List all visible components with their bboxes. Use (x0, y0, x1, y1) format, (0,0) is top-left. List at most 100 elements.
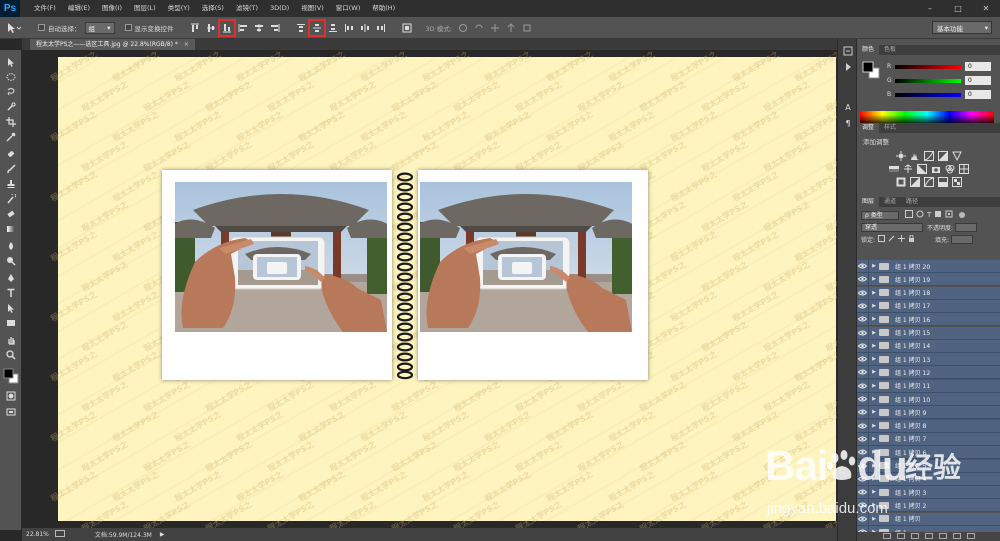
blur-tool-icon[interactable] (5, 240, 17, 252)
eye-icon[interactable] (857, 379, 869, 393)
distribute-vcenter-icon[interactable] (307, 18, 326, 37)
distribute-hcenter-icon[interactable] (358, 21, 372, 35)
layer-row[interactable]: ▶ 组 1 拷贝 8 (857, 419, 1000, 433)
opacity-field[interactable] (955, 222, 978, 232)
align-bottom-icon[interactable] (217, 18, 236, 37)
lock-all-icon[interactable] (908, 234, 915, 244)
crop-tool-icon[interactable] (5, 116, 17, 128)
layer-filter-dropdown[interactable]: ρ 类型 (861, 210, 899, 220)
eyedropper-tool-icon[interactable] (5, 131, 17, 143)
distribute-bottom-icon[interactable] (326, 21, 340, 35)
blend-mode-dropdown[interactable]: 穿透 (861, 222, 923, 232)
filter-type-icon[interactable]: T (927, 211, 931, 219)
close-tab-icon[interactable]: × (184, 39, 189, 50)
eraser-tool-icon[interactable] (5, 208, 17, 220)
eye-icon[interactable] (857, 299, 869, 313)
distribute-top-icon[interactable] (294, 21, 308, 35)
type-tool-icon[interactable] (5, 287, 17, 299)
blue-slider[interactable] (895, 92, 961, 97)
document-tab[interactable]: 程太太学PS之——选区工具.jpg @ 22.8%(RGB/8) * × (30, 39, 195, 50)
expand-triangle-icon[interactable]: ▶ (869, 423, 879, 429)
expand-triangle-icon[interactable]: ▶ (869, 356, 879, 362)
expand-triangle-icon[interactable]: ▶ (869, 383, 879, 389)
3d-rotate-icon[interactable] (456, 21, 470, 35)
distribute-left-icon[interactable] (342, 21, 356, 35)
tab-styles[interactable]: 样式 (879, 123, 901, 133)
layer-row[interactable]: ▶ 组 1 拷贝 17 (857, 299, 1000, 313)
3d-roll-icon[interactable] (472, 21, 486, 35)
actions-panel-icon[interactable] (842, 61, 854, 73)
hand-tool-icon[interactable] (5, 334, 17, 346)
eye-icon[interactable] (857, 339, 869, 353)
move-tool-icon[interactable] (5, 56, 17, 68)
move-tool-preset-icon[interactable] (6, 22, 28, 34)
new-adjustment-icon[interactable] (924, 533, 933, 539)
lock-move-icon[interactable] (898, 234, 906, 244)
minimize-icon[interactable]: – (916, 0, 944, 17)
lasso-tool-icon[interactable] (5, 86, 17, 98)
3d-pan-icon[interactable] (488, 21, 502, 35)
maximize-icon[interactable]: □ (944, 0, 972, 17)
quick-mask-icon[interactable] (5, 390, 17, 402)
history-panel-icon[interactable] (842, 45, 854, 57)
eye-icon[interactable] (857, 260, 869, 273)
lock-brush-icon[interactable] (888, 235, 895, 244)
add-mask-icon[interactable] (910, 533, 919, 539)
color-balance-icon[interactable] (903, 164, 913, 174)
align-hcenter-icon[interactable] (252, 21, 266, 35)
selective-color-icon[interactable] (951, 177, 962, 187)
layer-row[interactable]: ▶ 组 1 拷贝 20 (857, 260, 1000, 273)
menu-filter[interactable]: 滤镜(T) (230, 0, 264, 17)
new-group-icon[interactable] (938, 533, 947, 539)
layer-row[interactable]: ▶ 组 1 拷贝 16 (857, 312, 1000, 327)
layer-row[interactable]: ▶ 组 1 拷贝 11 (857, 379, 1000, 393)
vibrance-icon[interactable] (951, 151, 962, 161)
posterize-icon[interactable] (909, 177, 920, 187)
menu-select[interactable]: 选择(S) (196, 0, 230, 17)
fg-bg-swatch[interactable] (862, 61, 880, 79)
gradient-map-icon[interactable] (937, 177, 948, 187)
layer-row[interactable]: ▶ 组 1 拷贝 9 (857, 405, 1000, 420)
layer-row[interactable]: ▶ 组 1 拷贝 13 (857, 352, 1000, 367)
eye-icon[interactable] (857, 312, 869, 326)
color-lookup-icon[interactable] (958, 164, 969, 174)
tab-paths[interactable]: 路径 (901, 197, 923, 207)
character-panel-icon[interactable]: A (842, 101, 854, 113)
expand-triangle-icon[interactable]: ▶ (869, 330, 879, 336)
align-top-icon[interactable] (188, 21, 202, 35)
eye-icon[interactable] (857, 352, 869, 366)
threshold-icon[interactable] (923, 177, 934, 187)
zoom-level[interactable]: 22.81% (26, 531, 49, 538)
link-layers-icon[interactable] (882, 533, 891, 539)
3d-scale-icon[interactable] (520, 21, 534, 35)
layer-row[interactable]: ▶ 组 1 拷贝 19 (857, 272, 1000, 287)
exposure-icon[interactable] (937, 151, 948, 161)
eye-icon[interactable] (857, 405, 869, 419)
menu-image[interactable]: 图像(I) (96, 0, 128, 17)
expand-triangle-icon[interactable]: ▶ (869, 409, 879, 415)
red-slider[interactable] (895, 64, 961, 69)
green-value[interactable]: 0 (965, 76, 991, 85)
eye-icon[interactable] (857, 392, 869, 406)
auto-select-dropdown[interactable]: 组 ▾ (84, 21, 115, 34)
zoom-tool-icon[interactable] (5, 349, 17, 361)
fill-field[interactable] (951, 234, 974, 244)
layer-row[interactable]: ▶ 组 1 拷贝 14 (857, 339, 1000, 353)
tab-channels[interactable]: 通道 (879, 197, 901, 207)
eye-icon[interactable] (857, 286, 869, 300)
expand-triangle-icon[interactable]: ▶ (869, 290, 879, 296)
menu-edit[interactable]: 编辑(E) (62, 0, 96, 17)
align-left-icon[interactable] (236, 21, 250, 35)
menu-window[interactable]: 窗口(W) (330, 0, 367, 17)
document-canvas[interactable]: 程太太学PS之 程太太学PS之 程太太学PS之 程太太学PS之 程太太学PS之 程太太学P… (49, 50, 873, 534)
layer-row[interactable]: ▶ 组 1 拷贝 18 (857, 286, 1000, 300)
export-icon[interactable] (54, 530, 65, 539)
menu-file[interactable]: 文件(F) (28, 0, 62, 17)
quick-select-tool-icon[interactable] (5, 101, 17, 113)
filter-pixel-icon[interactable] (905, 210, 913, 220)
menu-layer[interactable]: 图层(L) (128, 0, 162, 17)
menu-3d[interactable]: 3D(D) (264, 0, 295, 17)
layer-row[interactable]: ▶ 组 1 拷贝 10 (857, 392, 1000, 406)
expand-triangle-icon[interactable]: ▶ (869, 396, 879, 402)
tab-adjustments[interactable]: 调整 (857, 123, 880, 133)
